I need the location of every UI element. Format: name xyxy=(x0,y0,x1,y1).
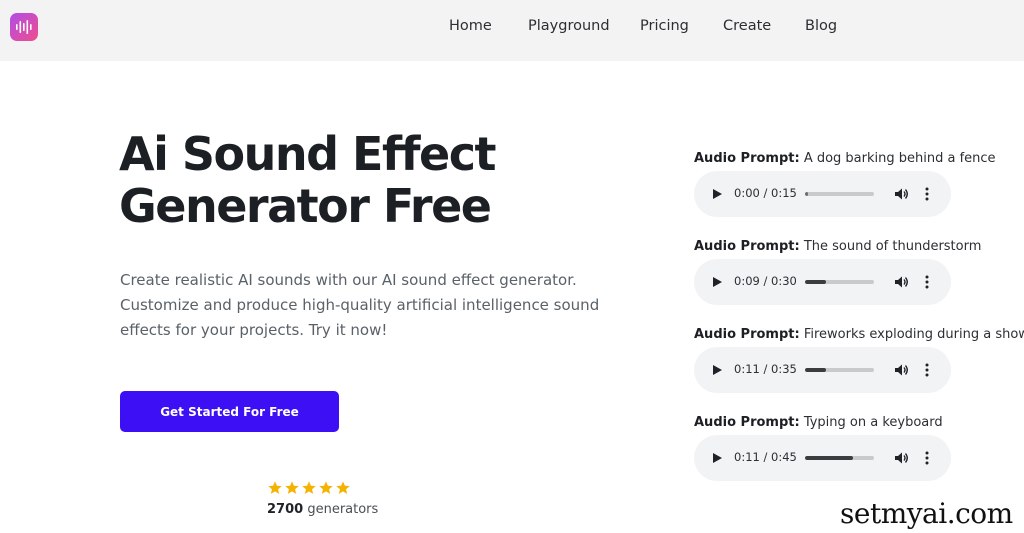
time-display: 0:11 / 0:45 xyxy=(734,450,797,464)
seek-progress xyxy=(805,368,827,372)
hero-title: Ai Sound Effect Generator Free xyxy=(119,128,599,232)
star-icon xyxy=(336,481,350,494)
prompt-label: Audio Prompt: Typing on a keyboard xyxy=(694,414,1024,431)
generator-suffix: generators xyxy=(307,502,379,517)
volume-icon[interactable] xyxy=(893,186,909,202)
prompt-label: Audio Prompt: Fireworks exploding during… xyxy=(694,326,1024,343)
audio-player: 0:11 / 0:45 xyxy=(694,435,951,481)
audio-prompt-item: Audio Prompt: The sound of thunderstorm 0… xyxy=(694,238,1024,326)
prompt-text: The sound of thunderstorm xyxy=(803,239,982,254)
more-options-icon[interactable] xyxy=(924,186,930,202)
seek-slider[interactable] xyxy=(805,280,874,284)
audio-prompt-item: Audio Prompt: Fireworks exploding during… xyxy=(694,326,1024,414)
star-icon xyxy=(285,481,299,494)
seek-slider[interactable] xyxy=(805,368,874,372)
rating-block: 2700 generators xyxy=(267,480,387,517)
prompt-label: Audio Prompt: A dog barking behind a fen… xyxy=(694,150,1024,167)
nav-link-home[interactable]: Home xyxy=(449,18,492,34)
prompt-text: Fireworks exploding during a show xyxy=(803,327,1024,342)
more-options-icon[interactable] xyxy=(924,450,930,466)
prompt-text: Typing on a keyboard xyxy=(803,415,943,430)
volume-icon[interactable] xyxy=(893,362,909,378)
play-icon[interactable] xyxy=(711,188,723,200)
time-display: 0:00 / 0:15 xyxy=(734,186,797,200)
audio-player: 0:11 / 0:35 xyxy=(694,347,951,393)
play-icon[interactable] xyxy=(711,452,723,464)
hero-title-line1: Ai Sound Effect xyxy=(119,127,496,181)
volume-icon[interactable] xyxy=(893,274,909,290)
audio-prompt-item: Audio Prompt: Typing on a keyboard 0:11 /… xyxy=(694,414,1024,502)
star-icon xyxy=(319,481,333,494)
seek-slider[interactable] xyxy=(805,192,874,196)
rating-text: 2700 generators xyxy=(267,502,387,517)
audio-prompt-item: Audio Prompt: A dog barking behind a fen… xyxy=(694,150,1024,238)
nav-link-playground[interactable]: Playground xyxy=(528,18,610,34)
prompt-label-prefix: Audio Prompt: xyxy=(694,151,800,166)
prompt-label: Audio Prompt: The sound of thunderstorm xyxy=(694,238,1024,255)
seek-progress xyxy=(805,280,826,284)
audio-player: 0:09 / 0:30 xyxy=(694,259,951,305)
nav-link-blog[interactable]: Blog xyxy=(805,18,837,34)
nav-link-pricing[interactable]: Pricing xyxy=(640,18,689,34)
nav-link-create[interactable]: Create xyxy=(723,18,771,34)
main-nav: Home Playground Pricing Create Blog xyxy=(0,18,1024,38)
more-options-icon[interactable] xyxy=(924,362,930,378)
seek-progress xyxy=(805,456,854,460)
seek-slider[interactable] xyxy=(805,456,874,460)
star-icon xyxy=(268,481,282,494)
hero-title-line2: Generator Free xyxy=(119,179,492,233)
get-started-button[interactable]: Get Started For Free xyxy=(120,391,339,432)
time-display: 0:09 / 0:30 xyxy=(734,274,797,288)
generator-count: 2700 xyxy=(267,502,304,517)
volume-icon[interactable] xyxy=(893,450,909,466)
audio-prompts-list: Audio Prompt: A dog barking behind a fen… xyxy=(694,150,1024,502)
time-display: 0:11 / 0:35 xyxy=(734,362,797,376)
audio-player: 0:00 / 0:15 xyxy=(694,171,951,217)
star-icon xyxy=(302,481,316,494)
play-icon[interactable] xyxy=(711,276,723,288)
prompt-label-prefix: Audio Prompt: xyxy=(694,327,800,342)
star-rating xyxy=(267,480,387,496)
prompt-text: A dog barking behind a fence xyxy=(803,151,996,166)
more-options-icon[interactable] xyxy=(924,274,930,290)
prompt-label-prefix: Audio Prompt: xyxy=(694,415,800,430)
play-icon[interactable] xyxy=(711,364,723,376)
hero-description: Create realistic AI sounds with our AI s… xyxy=(120,271,600,339)
prompt-label-prefix: Audio Prompt: xyxy=(694,239,800,254)
watermark: setmyai.com xyxy=(840,497,1013,530)
seek-progress xyxy=(805,192,808,196)
top-navbar: Home Playground Pricing Create Blog xyxy=(0,0,1024,61)
